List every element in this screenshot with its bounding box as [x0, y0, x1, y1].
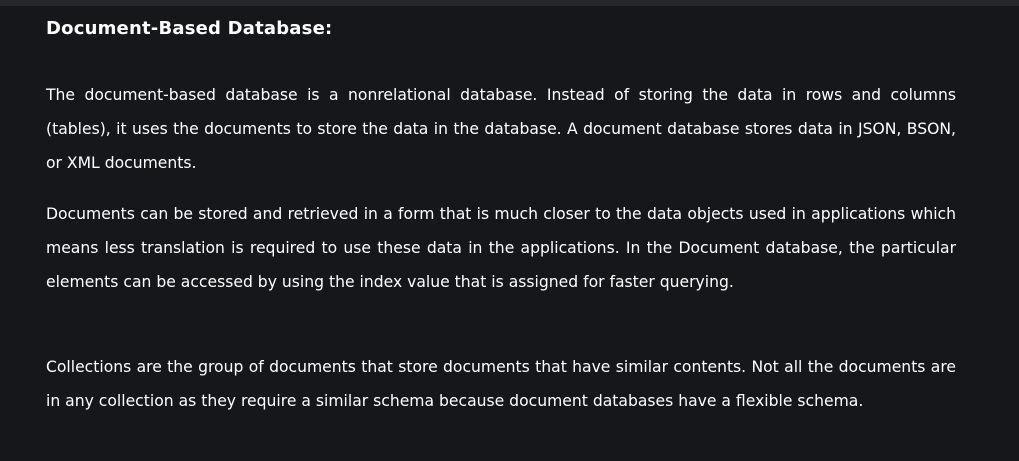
section-heading: Document-Based Database: [46, 18, 333, 39]
paragraph-intro: The document-based database is a nonrela… [46, 86, 956, 172]
top-divider-bar [0, 0, 1019, 6]
paragraph-storage: Documents can be stored and retrieved in… [46, 205, 956, 291]
paragraph-collections: Collections are the group of documents t… [46, 358, 956, 410]
